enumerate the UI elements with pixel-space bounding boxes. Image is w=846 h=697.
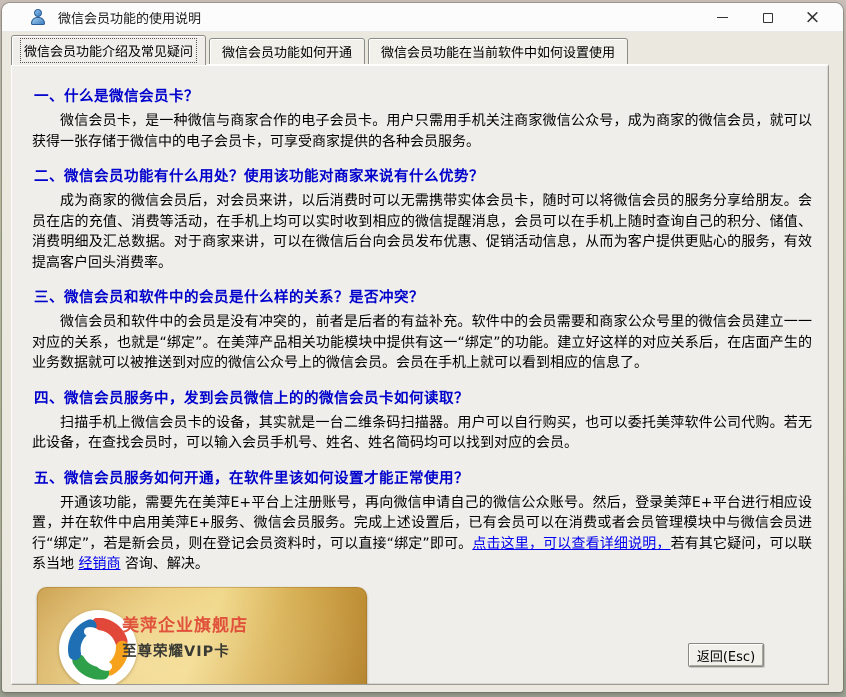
maximize-button[interactable] [745,3,790,32]
tab-label: 微信会员功能如何开通 [219,40,355,63]
section-body: 扫描手机上微信会员卡的设备，其实就是一台二维条码扫描器。用户可以自行购买，也可以… [32,413,812,454]
dialog-window: 微信会员功能的使用说明 × 微信会员功能介绍及常见疑问 微信会员功能如何开通 微… [2,3,843,692]
section-body: 成为商家的微信会员后，对会员来讲，以后消费时可以无需携带实体会员卡，随时可以将微… [32,191,812,273]
section-heading: 四、微信会员服务中，发到会员微信上的的微信会员卡如何读取？ [34,387,812,408]
window-controls: × [700,3,835,32]
minimize-icon [717,17,728,18]
tab-strip: 微信会员功能介绍及常见疑问 微信会员功能如何开通 微信会员功能在当前软件中如何设… [11,35,829,64]
section-heading: 五、微信会员服务如何开通，在软件里该如何设置才能正常使用？ [34,467,812,488]
return-button[interactable]: 返回(Esc) [688,643,764,667]
section-5: 五、微信会员服务如何开通，在软件里该如何设置才能正常使用？ 开通该功能，需要先在… [32,467,812,575]
section-body: 微信会员和软件中的会员是没有冲突的，前者是后者的有益补充。软件中的会员需要和商家… [32,312,812,374]
section-1: 一、什么是微信会员卡？ 微信会员卡，是一种微信与商家合作的电子会员卡。用户只需用… [32,85,812,152]
tab-label: 微信会员功能在当前软件中如何设置使用 [378,40,618,63]
tab-how-to-activate[interactable]: 微信会员功能如何开通 [209,38,365,64]
wechat-member-card-image: 美萍企业旗舰店 至尊荣耀VIP卡 13388888888 [37,587,367,686]
tab-intro-faq[interactable]: 微信会员功能介绍及常见疑问 [11,35,206,65]
title-bar: 微信会员功能的使用说明 × [2,3,843,32]
maximize-icon [763,13,773,23]
tab-software-setup[interactable]: 微信会员功能在当前软件中如何设置使用 [368,38,628,64]
meiping-logo-swirl [67,618,129,680]
section-heading: 二、微信会员功能有什么用处？使用该功能对商家来说有什么优势？ [34,165,812,186]
section-body: 开通该功能，需要先在美萍E+平台上注册账号，再向微信申请自己的微信公众账号。然后… [32,493,812,575]
close-button[interactable]: × [790,3,835,32]
section-body: 微信会员卡，是一种微信与商家合作的电子会员卡。用户只需用手机关注商家微信公众号，… [32,111,812,152]
section-heading: 三、微信会员和软件中的会员是什么样的关系？是否冲突？ [34,286,812,307]
dealer-link[interactable]: 经销商 [78,556,120,572]
tab-label: 微信会员功能介绍及常见疑问 [21,39,196,62]
card-vip-label: 至尊荣耀VIP卡 [122,640,230,661]
section-body-text: 咨询、解决。 [120,556,208,572]
detail-instructions-link[interactable]: 点击这里，可以查看详细说明， [472,536,670,552]
close-icon: × [805,8,821,27]
section-3: 三、微信会员和软件中的会员是什么样的关系？是否冲突？ 微信会员和软件中的会员是没… [32,286,812,374]
card-shop-name: 美萍企业旗舰店 [122,611,248,636]
section-4: 四、微信会员服务中，发到会员微信上的的微信会员卡如何读取？ 扫描手机上微信会员卡… [32,387,812,454]
tab-page-content: 一、什么是微信会员卡？ 微信会员卡，是一种微信与商家合作的电子会员卡。用户只需用… [11,64,829,685]
section-heading: 一、什么是微信会员卡？ [34,85,812,106]
section-2: 二、微信会员功能有什么用处？使用该功能对商家来说有什么优势？ 成为商家的微信会员… [32,165,812,273]
minimize-button[interactable] [700,3,745,32]
window-title: 微信会员功能的使用说明 [58,8,201,27]
user-icon [30,9,46,25]
